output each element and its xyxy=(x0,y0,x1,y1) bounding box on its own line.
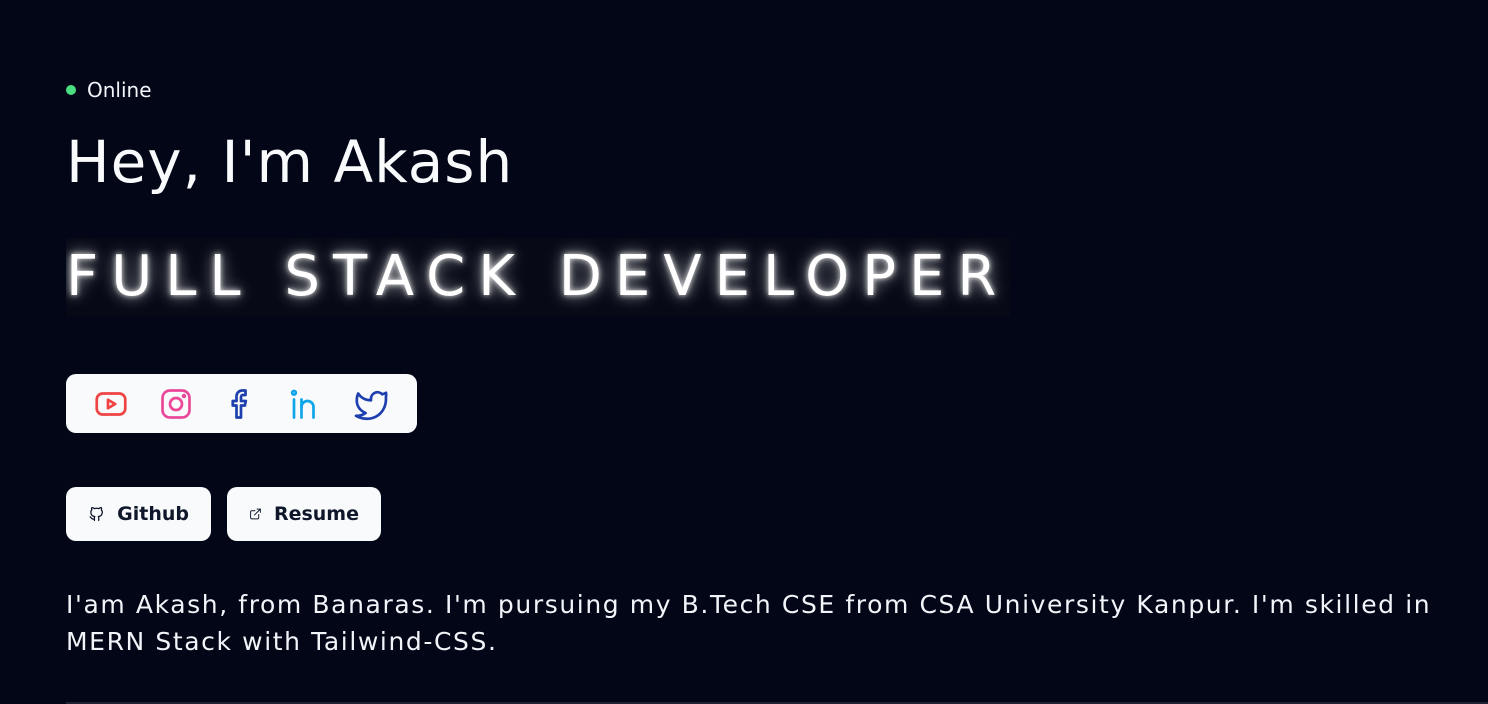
bio-text: I'am Akash, from Banaras. I'm pursuing m… xyxy=(66,590,1432,656)
resume-button[interactable]: Resume xyxy=(227,487,381,541)
github-icon xyxy=(89,506,103,522)
hero-section: Online Hey, I'm Akash FULL STACK DEVELOP… xyxy=(0,0,1488,704)
status-indicator: Online xyxy=(66,78,152,102)
external-link-icon xyxy=(250,508,261,520)
social-links xyxy=(66,374,417,433)
instagram-icon[interactable] xyxy=(158,386,194,422)
action-buttons: Github Resume xyxy=(66,487,381,541)
resume-button-label: Resume xyxy=(273,503,359,525)
facebook-icon[interactable] xyxy=(223,386,259,422)
github-button-label: Github xyxy=(117,503,189,525)
greeting-heading: Hey, I'm Akash xyxy=(66,128,514,196)
linkedin-icon[interactable] xyxy=(288,386,324,422)
online-dot-icon xyxy=(66,85,76,95)
role-typewriter: FULL STACK DEVELOPER xyxy=(66,238,1010,316)
twitter-icon[interactable] xyxy=(353,386,389,422)
role-text: FULL STACK DEVELOPER xyxy=(66,244,1010,309)
youtube-icon[interactable] xyxy=(93,386,129,422)
github-button[interactable]: Github xyxy=(66,487,211,541)
status-label: Online xyxy=(87,78,152,102)
